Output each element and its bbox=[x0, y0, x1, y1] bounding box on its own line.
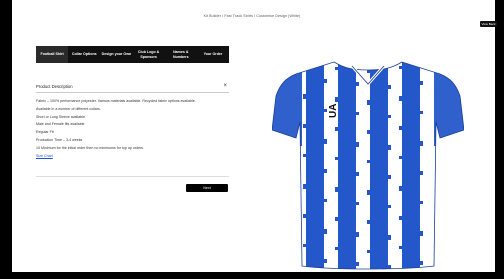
right-frame-border bbox=[495, 0, 504, 279]
jersey-stripe-brush bbox=[367, 220, 371, 224]
jersey-stripe-brush bbox=[303, 184, 307, 189]
customiser-tabs: Football Shirt Collar Options Design you… bbox=[36, 46, 229, 63]
breadcrumb: Kit Builder / Fast Track Shirts / Custom… bbox=[203, 14, 301, 18]
jersey-stripe-brush bbox=[367, 130, 371, 134]
jersey-stripe bbox=[402, 62, 420, 269]
jersey-stripe bbox=[370, 62, 388, 269]
jersey-stripe-brush bbox=[303, 244, 307, 247]
description-line: 10 Minimum for the initial order then no… bbox=[36, 145, 145, 150]
jersey-stripe-brush bbox=[303, 214, 307, 218]
jersey-stripe-brush bbox=[355, 232, 359, 237]
jersey-stripe-brush bbox=[419, 171, 423, 175]
tab-names-numbers[interactable]: Names & Numbers bbox=[165, 46, 197, 63]
jersey-stripe-brush bbox=[303, 64, 307, 67]
description-line: Production Time – 3-4 weeks bbox=[36, 137, 83, 142]
jersey-stripe-brush bbox=[419, 81, 423, 85]
jersey-stripe-brush bbox=[355, 202, 359, 205]
jersey-stripe-brush bbox=[367, 70, 371, 73]
panel-divider bbox=[36, 176, 229, 177]
jersey-stripe-brush bbox=[335, 247, 339, 250]
view-back-button[interactable]: View Back bbox=[480, 21, 497, 27]
description-line: Regular Fit bbox=[36, 130, 54, 135]
jersey-stripe-brush bbox=[355, 82, 359, 86]
close-icon[interactable]: × bbox=[223, 83, 229, 89]
panel-title: Product Description bbox=[36, 83, 73, 89]
jersey-stripe-brush bbox=[323, 259, 327, 263]
jersey-stripe-brush bbox=[355, 112, 359, 115]
jersey-stripe-brush bbox=[323, 169, 327, 173]
jersey-stripe-brush bbox=[355, 142, 359, 147]
panel-header: Product Description × bbox=[36, 80, 229, 93]
jersey-stripe-brush bbox=[323, 139, 327, 144]
jersey-stripe-brush bbox=[303, 124, 307, 128]
jersey-stripe-brush bbox=[335, 187, 339, 192]
jersey-stripe-brush bbox=[399, 186, 403, 191]
jersey-stripe-brush bbox=[335, 97, 339, 102]
description-line: Male and Female fits available bbox=[36, 122, 85, 127]
jersey-stripe-brush bbox=[323, 109, 327, 112]
description-line: Available in a number of different colla… bbox=[36, 106, 101, 111]
left-frame-border bbox=[0, 0, 12, 279]
jersey-stripe-brush bbox=[419, 141, 423, 146]
jersey-stripe-brush bbox=[419, 111, 423, 114]
jersey-stripe-brush bbox=[367, 160, 371, 163]
tab-collar-options[interactable]: Collar Options bbox=[68, 46, 100, 63]
jersey-stripe-brush bbox=[419, 231, 423, 236]
jersey-stripe-brush bbox=[355, 172, 359, 176]
jersey-stripe bbox=[306, 62, 324, 269]
jersey-stripe-brush bbox=[387, 145, 391, 150]
description-line: Fabric – 100% performance polyester. Var… bbox=[36, 99, 196, 103]
jersey-stripe-brush bbox=[399, 66, 403, 69]
jersey-stripe-brush bbox=[399, 126, 403, 130]
jersey-stripe-brush bbox=[335, 217, 339, 221]
jersey-stripe-brush bbox=[355, 262, 359, 266]
jersey-stripe-brush bbox=[323, 199, 327, 202]
jersey-stripe-brush bbox=[367, 250, 371, 253]
product-description-panel: Product Description × Fabric – 100% perf… bbox=[36, 80, 229, 158]
jersey-stripe-brush bbox=[419, 201, 423, 204]
jersey-stripe-brush bbox=[399, 96, 403, 101]
size-chart-link[interactable]: Size Chart bbox=[36, 154, 229, 158]
jersey-stripe-brush bbox=[367, 190, 371, 195]
jersey-stripe-brush bbox=[335, 127, 339, 131]
jersey-stripe-brush bbox=[399, 156, 403, 159]
jersey-stripe-brush bbox=[387, 205, 391, 208]
bottom-frame-border bbox=[0, 272, 504, 279]
jersey-stripe-brush bbox=[323, 229, 327, 234]
jersey-stripe bbox=[338, 62, 356, 269]
jersey-stripe-brush bbox=[303, 154, 307, 157]
tab-club-logo-sponsors[interactable]: Club Logo & Sponsors bbox=[133, 46, 165, 63]
jersey-stripe-brush bbox=[335, 67, 339, 70]
jersey-stripe-brush bbox=[387, 85, 391, 89]
jersey-stripe-brush bbox=[399, 216, 403, 220]
jersey-stripe-brush bbox=[387, 175, 391, 179]
crest-icon: UA bbox=[328, 104, 339, 118]
jersey-stripe-brush bbox=[387, 115, 391, 118]
jersey-stripe-brush bbox=[419, 261, 423, 265]
next-button[interactable]: Next bbox=[186, 184, 228, 192]
jersey-preview[interactable]: UA bbox=[272, 56, 464, 272]
tab-design-your-own[interactable]: Design your Own bbox=[100, 46, 132, 63]
tab-your-order[interactable]: Your Order bbox=[197, 46, 229, 63]
jersey-stripe-brush bbox=[303, 94, 307, 99]
jersey-stripe-brush bbox=[387, 235, 391, 240]
jersey-stripe-brush bbox=[335, 157, 339, 160]
tab-football-shirt[interactable]: Football Shirt bbox=[36, 46, 69, 63]
jersey-stripe-brush bbox=[399, 246, 403, 249]
jersey-stripe-brush bbox=[323, 79, 327, 83]
description-list: Fabric – 100% performance polyester. Var… bbox=[36, 99, 229, 158]
description-line: Short or Long Sleeve available bbox=[36, 114, 85, 119]
jersey-stripe-brush bbox=[367, 100, 371, 105]
